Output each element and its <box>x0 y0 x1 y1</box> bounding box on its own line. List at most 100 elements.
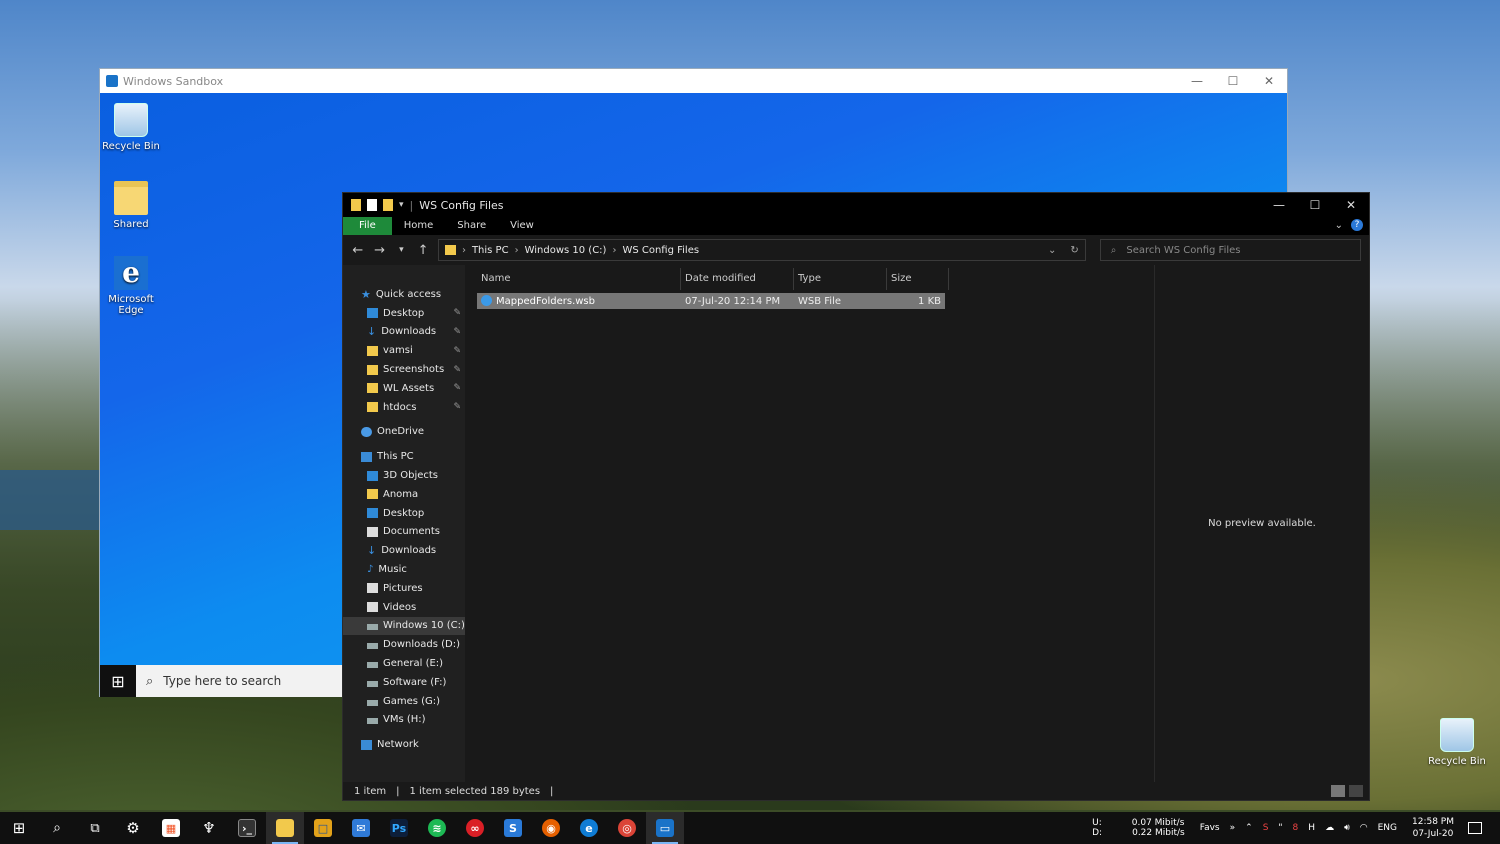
network-icon <box>361 739 372 750</box>
windows-sandbox-icon[interactable]: ▭ <box>646 812 684 844</box>
details-view-icon[interactable] <box>1331 785 1345 797</box>
properties-icon[interactable] <box>367 199 377 211</box>
nav-item-vamsi[interactable]: vamsi ✎ <box>343 341 465 360</box>
nav-item-desktop-pc[interactable]: Desktop <box>343 504 465 523</box>
favs-toolbar[interactable]: Favs <box>1200 823 1220 833</box>
nav-onedrive[interactable]: OneDrive <box>343 423 465 442</box>
edge-icon[interactable]: e <box>570 812 608 844</box>
settings-icon[interactable]: ⚙ <box>114 812 152 844</box>
search-icon[interactable]: ⌕ <box>38 812 76 844</box>
up-arrow-icon[interactable]: ↑ <box>416 243 430 258</box>
forward-arrow-icon[interactable]: → <box>373 243 387 258</box>
maximize-button[interactable]: ☐ <box>1297 193 1333 217</box>
tab-file[interactable]: File <box>343 217 392 235</box>
creative-cloud-icon[interactable]: ∞ <box>456 812 494 844</box>
connect-app-icon[interactable]: ♆ <box>190 812 228 844</box>
virtualbox-icon[interactable]: □ <box>304 812 342 844</box>
nav-item-desktop[interactable]: Desktop ✎ <box>343 304 465 323</box>
sandbox-titlebar[interactable]: Windows Sandbox <box>100 69 1287 93</box>
clock[interactable]: 12:58 PM 07-Jul-20 <box>1412 816 1454 840</box>
breadcrumb-folder[interactable]: WS Config Files <box>622 245 699 256</box>
nav-item-wl-assets[interactable]: WL Assets ✎ <box>343 379 465 398</box>
expand-ribbon-icon[interactable]: ⌄ <box>1335 220 1343 231</box>
nav-item-htdocs[interactable]: htdocs ✎ <box>343 398 465 417</box>
tray-app-s-icon[interactable]: S <box>1263 823 1269 833</box>
column-type[interactable]: Type <box>794 268 887 290</box>
nav-item-drive-d[interactable]: Downloads (D:) <box>343 635 465 654</box>
desktop-icon-shared[interactable]: Shared <box>100 181 162 230</box>
refresh-icon[interactable]: ↻ <box>1070 245 1078 256</box>
maximize-button[interactable]: ☐ <box>1215 69 1251 93</box>
sandbox-search-box[interactable]: ⌕ Type here to search <box>136 665 343 697</box>
tray-app-b-icon[interactable]: 8 <box>1293 823 1299 833</box>
mail-icon[interactable]: ✉ <box>342 812 380 844</box>
nav-quick-access[interactable]: ★ Quick access <box>343 285 465 304</box>
breadcrumb-drive[interactable]: Windows 10 (C:) <box>525 245 607 256</box>
windows-start-icon[interactable]: ⊞ <box>100 665 136 697</box>
nav-network[interactable]: Network <box>343 735 465 754</box>
sandbox-taskbar: ⊞ ⌕ Type here to search <box>100 665 343 697</box>
chrome-icon[interactable]: ◎ <box>608 812 646 844</box>
volume-icon[interactable]: 🔊︎ <box>1344 823 1350 833</box>
explorer-titlebar[interactable]: ▾ | WS Config Files <box>343 193 1369 217</box>
minimize-button[interactable]: — <box>1261 193 1297 217</box>
nav-item-3d-objects[interactable]: 3D Objects <box>343 466 465 485</box>
show-hidden-icons[interactable]: ⌃ <box>1245 823 1253 833</box>
new-folder-icon[interactable] <box>383 199 393 211</box>
nav-item-drive-f[interactable]: Software (F:) <box>343 673 465 692</box>
column-size[interactable]: Size <box>887 268 949 290</box>
close-button[interactable]: ✕ <box>1333 193 1369 217</box>
desktop-icon-edge[interactable]: e Microsoft Edge <box>100 256 162 316</box>
tab-home[interactable]: Home <box>392 217 446 235</box>
file-row[interactable]: MappedFolders.wsb 07-Jul-20 12:14 PM WSB… <box>477 293 945 309</box>
search-input[interactable]: ⌕ Search WS Config Files <box>1099 239 1361 261</box>
nav-this-pc[interactable]: This PC <box>343 447 465 466</box>
language-indicator[interactable]: ENG <box>1378 823 1397 833</box>
tray-quote-icon[interactable]: " <box>1278 823 1282 833</box>
photoshop-icon[interactable]: Ps <box>380 812 418 844</box>
task-view-icon[interactable]: ⧉ <box>76 812 114 844</box>
nav-item-videos[interactable]: Videos <box>343 598 465 617</box>
nav-item-anoma[interactable]: Anoma <box>343 485 465 504</box>
desktop-icon-recycle-bin-host[interactable]: Recycle Bin <box>1426 718 1488 767</box>
firefox-icon[interactable]: ◉ <box>532 812 570 844</box>
tab-share[interactable]: Share <box>445 217 498 235</box>
nav-item-pictures[interactable]: Pictures <box>343 579 465 598</box>
spotify-icon[interactable]: ≋ <box>418 812 456 844</box>
breadcrumb-this-pc[interactable]: This PC <box>472 245 509 256</box>
cloud-sync-icon[interactable]: ☁ <box>1325 823 1334 833</box>
nav-item-drive-g[interactable]: Games (G:) <box>343 692 465 711</box>
minimize-button[interactable]: — <box>1179 69 1215 93</box>
terminal-icon[interactable]: ›_ <box>228 812 266 844</box>
nav-item-drive-e[interactable]: General (E:) <box>343 654 465 673</box>
nav-item-music[interactable]: ♪ Music <box>343 560 465 579</box>
address-dropdown-icon[interactable]: ⌄ <box>1048 245 1056 256</box>
toolbar-expand-icon[interactable]: » <box>1230 823 1236 833</box>
desktop-icon-label: Microsoft Edge <box>108 294 154 316</box>
help-icon[interactable]: ? <box>1351 219 1363 231</box>
nav-item-documents[interactable]: Documents <box>343 523 465 542</box>
wifi-icon[interactable]: ◠ <box>1360 823 1368 833</box>
tray-app-h-icon[interactable]: H <box>1308 823 1315 833</box>
back-arrow-icon[interactable]: ← <box>351 243 365 258</box>
tab-view[interactable]: View <box>498 217 546 235</box>
column-date-modified[interactable]: Date modified <box>681 268 794 290</box>
large-icons-view-icon[interactable] <box>1349 785 1363 797</box>
file-explorer-icon[interactable] <box>266 812 304 844</box>
nav-item-screenshots[interactable]: Screenshots ✎ <box>343 360 465 379</box>
desktop-icon-recycle-bin[interactable]: Recycle Bin <box>100 103 162 152</box>
nav-item-downloads[interactable]: ↓ Downloads ✎ <box>343 323 465 342</box>
address-bar[interactable]: › This PC › Windows 10 (C:) › WS Config … <box>437 239 1086 261</box>
nav-item-drive-h[interactable]: VMs (H:) <box>343 711 465 730</box>
chevron-down-icon[interactable]: ▾ <box>399 200 404 210</box>
close-button[interactable]: ✕ <box>1251 69 1287 93</box>
windows-start-icon[interactable]: ⊞ <box>0 812 38 844</box>
notification-center-icon[interactable] <box>1468 822 1482 834</box>
nav-item-drive-c[interactable]: Windows 10 (C:) <box>343 616 465 636</box>
folder-icon <box>114 181 148 215</box>
column-name[interactable]: Name <box>477 268 681 290</box>
store-icon[interactable]: ▦ <box>152 812 190 844</box>
recent-locations-icon[interactable]: ▾ <box>394 245 408 255</box>
nav-item-downloads-pc[interactable]: ↓ Downloads <box>343 541 465 560</box>
sandbox-taskbar-s-icon[interactable]: S <box>494 812 532 844</box>
